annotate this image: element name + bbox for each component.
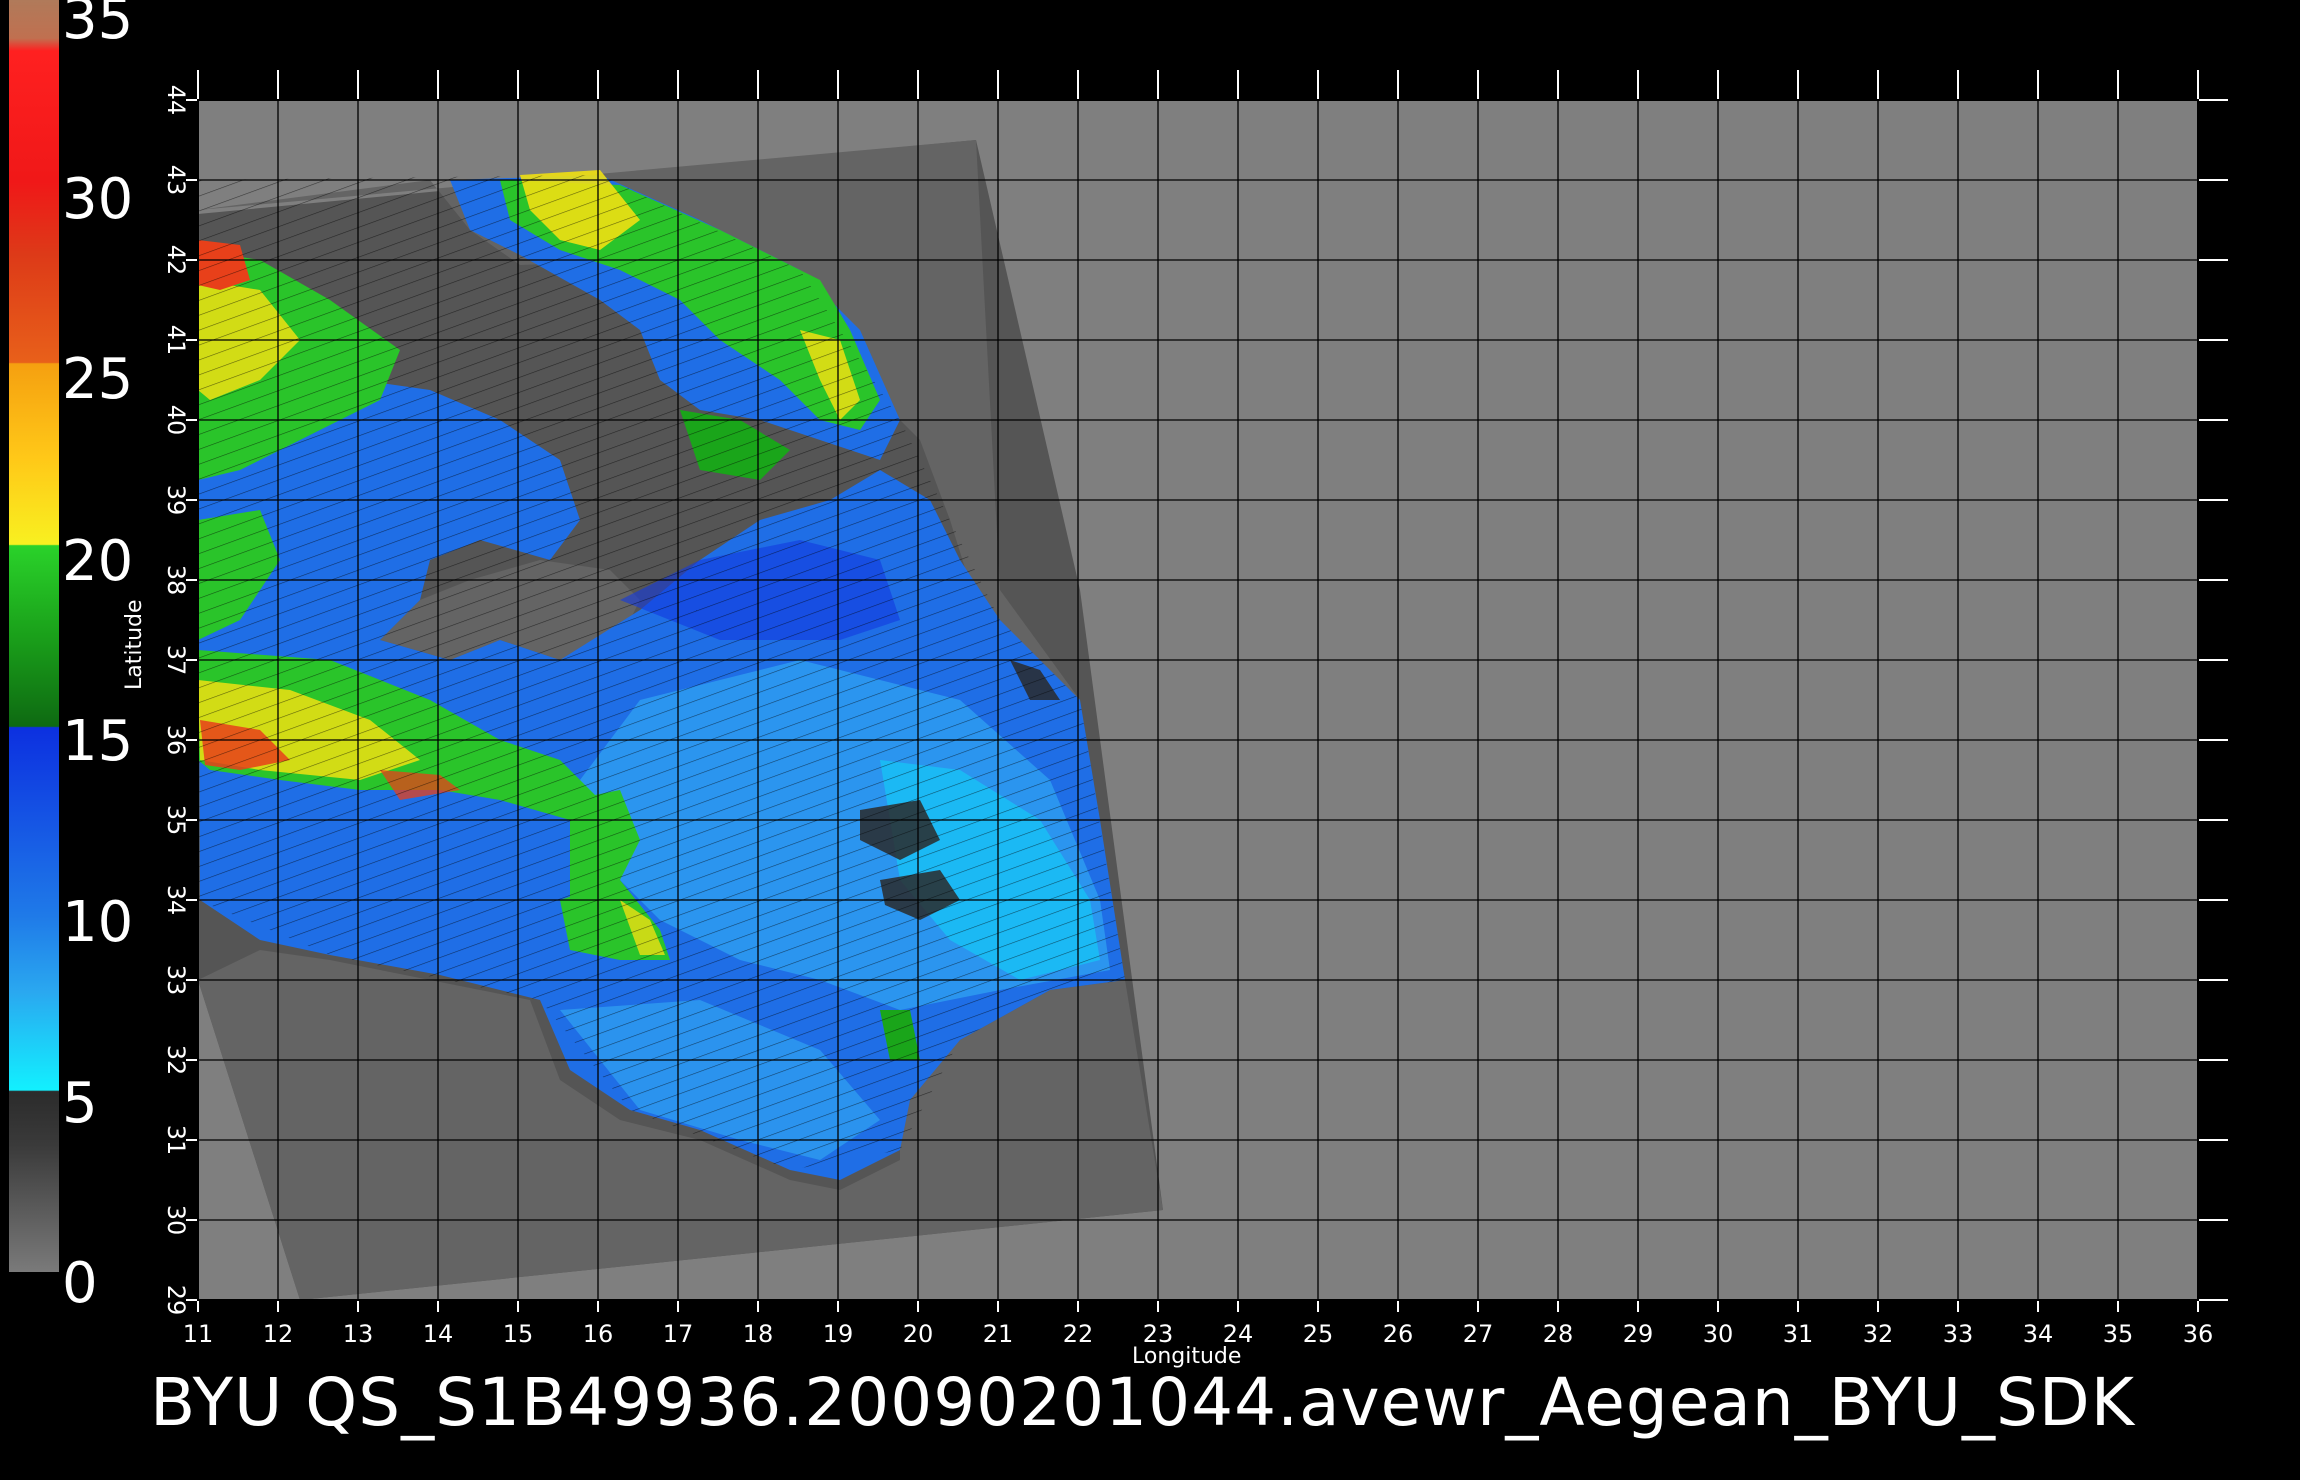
lon-tick-label: 34	[2023, 1320, 2054, 1348]
lat-tick-label: 41	[162, 325, 190, 356]
image-caption: BYU QS_S1B49936.20090201044.avewr_Aegean…	[150, 1364, 2135, 1441]
lon-tick-label: 35	[2103, 1320, 2134, 1348]
lon-tick-label: 27	[1463, 1320, 1494, 1348]
lon-tick-label: 29	[1623, 1320, 1654, 1348]
lon-tick-label: 20	[903, 1320, 934, 1348]
lat-tick-label: 37	[162, 645, 190, 676]
lat-tick-label: 43	[162, 165, 190, 196]
lon-tick-label: 30	[1703, 1320, 1734, 1348]
lat-tick-label: 38	[162, 565, 190, 596]
lat-tick-label: 36	[162, 725, 190, 756]
lon-tick-label: 17	[663, 1320, 694, 1348]
lon-tick-label: 28	[1543, 1320, 1574, 1348]
lon-tick-label: 33	[1943, 1320, 1974, 1348]
lat-tick-label: 31	[162, 1125, 190, 1156]
lon-tick-label: 18	[743, 1320, 774, 1348]
lat-tick-label: 35	[162, 805, 190, 836]
lat-tick-label: 42	[162, 245, 190, 276]
lon-tick-label: 32	[1863, 1320, 1894, 1348]
lon-tick-label: 15	[503, 1320, 534, 1348]
lat-tick-label: 32	[162, 1045, 190, 1076]
lat-tick-label: 30	[162, 1205, 190, 1236]
lon-tick-label: 36	[2183, 1320, 2214, 1348]
lon-tick-label: 25	[1303, 1320, 1334, 1348]
lon-tick-label: 19	[823, 1320, 854, 1348]
lon-tick-label: 16	[583, 1320, 614, 1348]
lon-tick-label: 14	[423, 1320, 454, 1348]
lat-tick-label: 44	[162, 85, 190, 116]
lat-tick-label: 40	[162, 405, 190, 436]
lon-tick-label: 31	[1783, 1320, 1814, 1348]
lat-tick-label: 33	[162, 965, 190, 996]
lat-tick-label: 29	[162, 1285, 190, 1316]
lat-tick-label: 39	[162, 485, 190, 516]
lon-tick-label: 13	[343, 1320, 374, 1348]
lat-tick-label: 34	[162, 885, 190, 916]
lon-tick-label: 21	[983, 1320, 1014, 1348]
y-axis-label: Latitude	[122, 599, 147, 690]
wind-map: 11 12 13 14 15 16 17 18 19 20 21 22 23 24 25 26 27 28 29 30…	[162, 70, 2228, 1348]
lon-tick-label: 26	[1383, 1320, 1414, 1348]
lon-tick-label: 11	[183, 1320, 214, 1348]
lon-tick-label: 12	[263, 1320, 294, 1348]
lon-tick-label: 22	[1063, 1320, 1094, 1348]
